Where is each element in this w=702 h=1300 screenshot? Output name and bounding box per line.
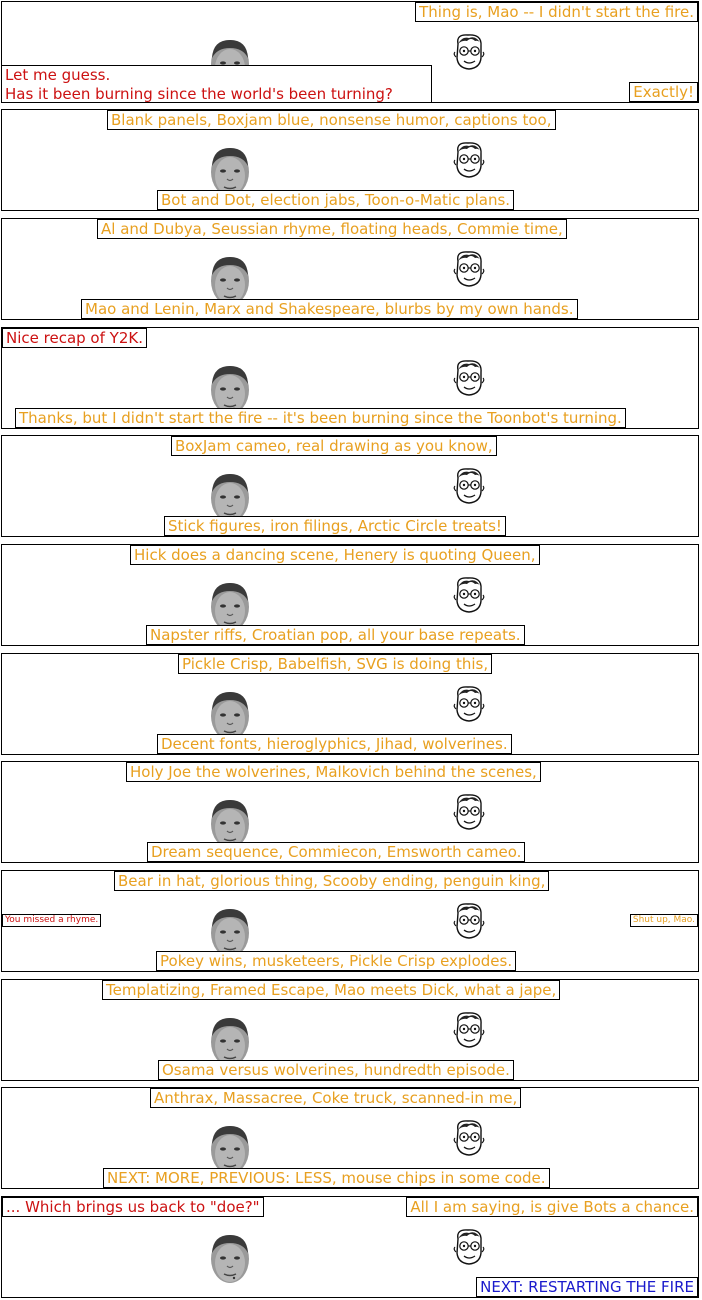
- dot-caption: Napster riffs, Croatian pop, all your ba…: [146, 625, 525, 645]
- dot-caption: Mao and Lenin, Marx and Shakespeare, blu…: [81, 299, 578, 319]
- dot-head-icon: [452, 684, 486, 724]
- dot-caption: Osama versus wolverines, hundredth episo…: [158, 1060, 514, 1080]
- dot-caption: Decent fonts, hieroglyphics, Jihad, wolv…: [157, 734, 512, 754]
- dot-caption: Exactly!: [629, 82, 698, 102]
- mao-caption-line: Has it been burning since the world's be…: [5, 85, 393, 103]
- dot-head-icon: [452, 901, 486, 941]
- mao-caption: You missed a rhyme.: [2, 914, 102, 927]
- dot-head-icon: [452, 466, 486, 506]
- dot-caption: Al and Dubya, Seussian rhyme, floating h…: [97, 219, 567, 239]
- dot-caption: Hick does a dancing scene, Henery is quo…: [130, 545, 540, 565]
- dot-caption: Dream sequence, Commiecon, Emsworth came…: [147, 842, 526, 862]
- mao-caption-line: Let me guess.: [5, 66, 111, 84]
- mao-caption: ... Which brings us back to "doe?": [2, 1197, 264, 1217]
- dot-caption: Anthrax, Massacree, Coke truck, scanned-…: [150, 1088, 522, 1108]
- dot-head-icon: [452, 1010, 486, 1050]
- next-link[interactable]: NEXT: RESTARTING THE FIRE: [476, 1277, 698, 1297]
- dot-head-icon: [452, 249, 486, 289]
- comic-panel: ... Which brings us back to "doe?" All I…: [1, 1196, 699, 1298]
- dot-caption: Thanks, but I didn't start the fire -- i…: [15, 408, 626, 428]
- dot-caption: Pokey wins, musketeers, Pickle Crisp exp…: [156, 951, 517, 971]
- dot-caption: Shut up, Mao.: [629, 914, 698, 927]
- comic-panel: Pickle Crisp, Babelfish, SVG is doing th…: [1, 653, 699, 755]
- dot-caption: Bear in hat, glorious thing, Scooby endi…: [114, 871, 550, 891]
- dot-caption: Pickle Crisp, Babelfish, SVG is doing th…: [178, 654, 493, 674]
- comic-panel: Bear in hat, glorious thing, Scooby endi…: [1, 870, 699, 972]
- dot-caption: Stick figures, iron filings, Arctic Circ…: [164, 516, 506, 536]
- mao-caption: Nice recap of Y2K.: [2, 328, 147, 348]
- dot-caption: Blank panels, Boxjam blue, nonsense humo…: [107, 110, 556, 130]
- dot-caption: All I am saying, is give Bots a chance.: [406, 1197, 698, 1217]
- comic-panel: Al and Dubya, Seussian rhyme, floating h…: [1, 218, 699, 320]
- dot-head-icon: [452, 32, 486, 72]
- comic-panel: Anthrax, Massacree, Coke truck, scanned-…: [1, 1087, 699, 1189]
- dot-caption: Bot and Dot, election jabs, Toon-o-Matic…: [157, 190, 515, 210]
- dot-head-icon: [452, 140, 486, 180]
- dot-head-icon: [452, 1118, 486, 1158]
- dot-head-icon: [452, 575, 486, 615]
- dot-head-icon: [452, 792, 486, 832]
- dot-caption: Holy Joe the wolverines, Malkovich behin…: [126, 762, 541, 782]
- comic-panel: Nice recap of Y2K. Thanks, but I didn't …: [1, 327, 699, 429]
- dot-caption: Templatizing, Framed Escape, Mao meets D…: [102, 980, 561, 1000]
- comic-panel: Hick does a dancing scene, Henery is quo…: [1, 544, 699, 646]
- comic-panel: BoxJam cameo, real drawing as you know, …: [1, 435, 699, 537]
- mao-head-icon: [207, 1233, 253, 1287]
- mao-caption: Let me guess. Has it been burning since …: [2, 65, 432, 103]
- dot-head-icon: [452, 358, 486, 398]
- comic-panel: Blank panels, Boxjam blue, nonsense humo…: [1, 109, 699, 211]
- comic-panel: Templatizing, Framed Escape, Mao meets D…: [1, 979, 699, 1081]
- dot-head-icon: [452, 1227, 486, 1267]
- dot-caption: Thing is, Mao -- I didn't start the fire…: [415, 2, 698, 22]
- dot-caption: BoxJam cameo, real drawing as you know,: [171, 436, 497, 456]
- comic-panel: Thing is, Mao -- I didn't start the fire…: [1, 1, 699, 103]
- dot-caption: NEXT: MORE, PREVIOUS: LESS, mouse chips …: [103, 1168, 550, 1188]
- comic-panel: Holy Joe the wolverines, Malkovich behin…: [1, 761, 699, 863]
